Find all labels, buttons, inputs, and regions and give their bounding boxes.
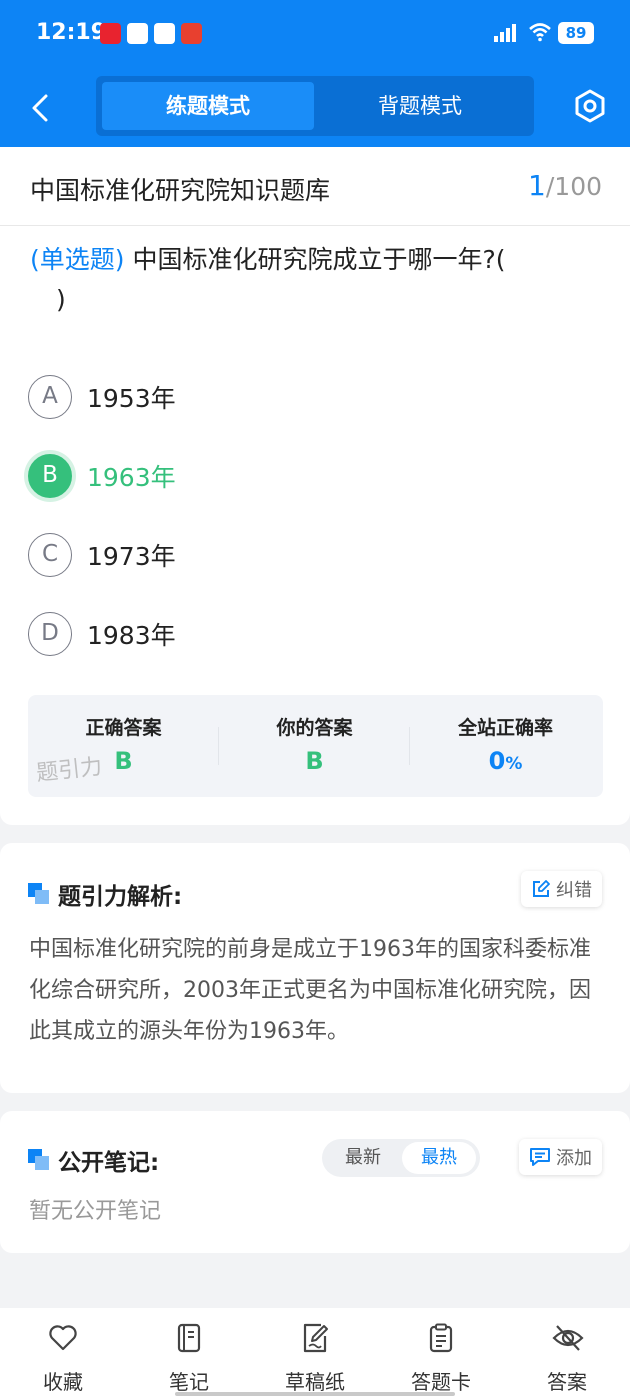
analysis-text: 中国标准化研究院的前身是成立于1963年的国家科委标准化综合研究所，2003年正… xyxy=(29,937,591,1044)
option-b[interactable]: B 1963年 xyxy=(28,454,176,498)
app-notification-icon xyxy=(127,23,148,44)
option-letter: D xyxy=(28,612,72,656)
watermark-text: 题引力 xyxy=(35,754,104,787)
your-answer-value: B xyxy=(305,747,324,775)
sort-newest-option[interactable]: 最新 xyxy=(326,1142,400,1174)
divider xyxy=(0,225,630,226)
battery-indicator: 89 xyxy=(558,22,594,44)
option-letter: B xyxy=(28,454,72,498)
question-stem: 中国标准化研究院成立于哪一年?( xyxy=(124,245,506,274)
option-letter: C xyxy=(28,533,72,577)
accuracy-unit: % xyxy=(505,754,523,774)
app-notification-icon xyxy=(154,23,175,44)
app-notification-icon xyxy=(181,23,202,44)
nav-notes[interactable]: 笔记 xyxy=(126,1308,252,1400)
comment-icon xyxy=(530,1148,550,1166)
analysis-heading: 题引力解析: xyxy=(28,877,182,911)
heart-icon xyxy=(49,1325,77,1351)
option-d[interactable]: D 1983年 xyxy=(28,612,176,656)
settings-icon[interactable] xyxy=(572,88,608,124)
option-a[interactable]: A 1953年 xyxy=(28,375,176,419)
question-close-paren: ) xyxy=(56,285,66,314)
nav-label: 答案 xyxy=(547,1370,587,1394)
answer-stats-panel: 正确答案 B 题引力 你的答案 B 全站正确率 0% xyxy=(28,695,603,797)
question-card: 中国标准化研究院知识题库 1/100 (单选题) 中国标准化研究院成立于哪一年?… xyxy=(0,147,630,825)
nav-answer[interactable]: 答案 xyxy=(504,1308,630,1400)
edit-icon xyxy=(533,880,550,897)
analysis-card: 题引力解析: 纠错 中国标准化研究院的前身是成立于1963年的国家科委标准化综合… xyxy=(0,843,630,1093)
top-header: 12:19 89 练题模式 背题模式 xyxy=(0,0,630,147)
public-notes-card: 公开笔记: 最新 最热 添加 暂无公开笔记 xyxy=(0,1111,630,1253)
nav-label: 收藏 xyxy=(43,1370,83,1394)
question-counter: 1/100 xyxy=(528,169,602,202)
status-bar: 12:19 89 xyxy=(0,0,630,68)
option-text: 1953年 xyxy=(87,384,176,413)
notes-sort-toggle: 最新 最热 xyxy=(322,1139,480,1177)
question-type-label: (单选题) xyxy=(30,245,125,274)
stat-label: 正确答案 xyxy=(85,717,162,739)
nav-label: 答题卡 xyxy=(411,1370,471,1394)
nav-favorite[interactable]: 收藏 xyxy=(0,1308,126,1400)
tab-memorize-mode[interactable]: 背题模式 xyxy=(314,82,526,130)
cellular-signal-icon xyxy=(494,24,516,42)
question-text: (单选题) 中国标准化研究院成立于哪一年?( ) xyxy=(30,240,590,320)
back-arrow-icon[interactable] xyxy=(24,88,56,128)
total-questions: /100 xyxy=(545,172,602,201)
accuracy-number: 0 xyxy=(488,747,506,775)
clipboard-icon xyxy=(429,1323,453,1353)
option-text: 1963年 xyxy=(87,463,176,492)
wifi-icon xyxy=(529,23,551,42)
add-note-label: 添加 xyxy=(556,1148,592,1169)
sort-hottest-option[interactable]: 最热 xyxy=(402,1142,476,1174)
option-letter: A xyxy=(28,375,72,419)
question-bank-title: 中国标准化研究院知识题库 xyxy=(30,176,331,205)
bottom-navigation: 收藏 笔记 草稿纸 答题卡 答案 xyxy=(0,1308,630,1400)
tab-practice-mode[interactable]: 练题模式 xyxy=(102,82,314,130)
empty-notes-text: 暂无公开笔记 xyxy=(29,1199,162,1224)
site-accuracy-stat: 全站正确率 0% xyxy=(410,695,601,797)
site-accuracy-value: 0% xyxy=(410,747,601,775)
stat-label: 全站正确率 xyxy=(457,717,553,739)
nav-scratch-paper[interactable]: 草稿纸 xyxy=(252,1308,378,1400)
section-marker-icon xyxy=(28,1149,50,1171)
home-indicator xyxy=(175,1392,455,1396)
stat-label: 你的答案 xyxy=(276,717,353,739)
notes-heading: 公开笔记: xyxy=(28,1143,159,1177)
nav-label: 草稿纸 xyxy=(285,1370,345,1394)
notes-title: 公开笔记: xyxy=(58,1150,160,1176)
correct-answer-stat: 正确答案 B 题引力 xyxy=(28,695,219,797)
current-question-number: 1 xyxy=(528,169,546,202)
nav-label: 笔记 xyxy=(169,1370,209,1394)
status-time: 12:19 xyxy=(36,20,107,45)
report-error-button[interactable]: 纠错 xyxy=(521,871,602,907)
notebook-icon xyxy=(177,1323,201,1353)
app-notification-icon xyxy=(100,23,121,44)
report-error-label: 纠错 xyxy=(556,880,592,901)
option-c[interactable]: C 1973年 xyxy=(28,533,176,577)
your-answer-stat: 你的答案 B xyxy=(219,695,410,797)
mode-switcher: 练题模式 背题模式 xyxy=(96,76,534,136)
section-marker-icon xyxy=(28,883,50,905)
eye-hidden-icon xyxy=(552,1325,584,1351)
nav-answer-sheet[interactable]: 答题卡 xyxy=(378,1308,504,1400)
draft-paper-icon xyxy=(303,1323,328,1353)
add-note-button[interactable]: 添加 xyxy=(519,1139,602,1175)
option-text: 1983年 xyxy=(87,621,176,650)
notification-icons xyxy=(100,23,202,44)
analysis-title: 题引力解析: xyxy=(58,884,183,910)
option-text: 1973年 xyxy=(87,542,176,571)
